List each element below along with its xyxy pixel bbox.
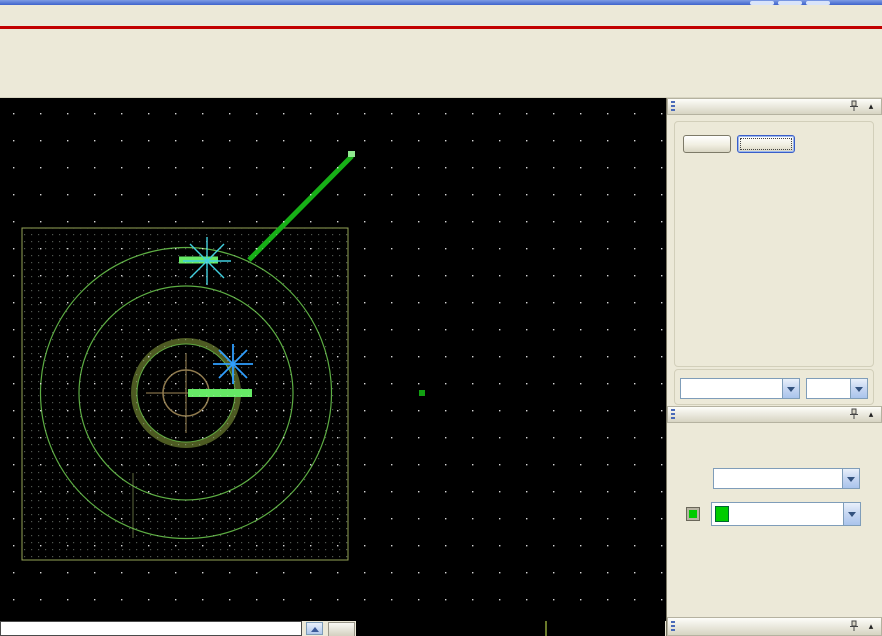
options-panel-header[interactable] <box>667 406 882 423</box>
find-by-name-select[interactable] <box>806 378 868 399</box>
chevron-down-icon[interactable] <box>843 503 860 525</box>
status-strip-divider <box>545 621 547 636</box>
design-canvas[interactable] <box>0 98 666 621</box>
chevron-down-icon[interactable] <box>842 469 859 488</box>
options-panel-body <box>667 423 882 617</box>
scroll-up-button[interactable] <box>306 622 323 635</box>
find-by-property-select[interactable] <box>680 378 800 399</box>
chevron-down-icon[interactable] <box>850 379 867 398</box>
subclass-swatch-icon <box>715 506 729 522</box>
pin-icon[interactable] <box>849 408 861 421</box>
status-strip <box>356 621 665 636</box>
chevron-down-icon[interactable] <box>782 379 799 398</box>
toolbar-row-1 <box>0 29 882 64</box>
class-value <box>714 469 842 488</box>
all-on-button[interactable] <box>683 135 731 153</box>
resize-handle[interactable] <box>328 622 355 636</box>
visibility-panel-header[interactable] <box>667 617 882 636</box>
class-select[interactable] <box>713 468 860 489</box>
pin-icon[interactable] <box>849 100 861 113</box>
command-input[interactable] <box>0 621 302 636</box>
watermark[interactable] <box>392 304 487 331</box>
allegro-window <box>0 0 882 636</box>
menu-bar <box>0 5 882 26</box>
find-panel-body <box>667 115 882 406</box>
pin-icon[interactable] <box>849 620 861 633</box>
panel-grip[interactable] <box>671 621 675 632</box>
subclass-select[interactable] <box>711 502 861 526</box>
docking-panels <box>666 98 882 636</box>
toolbar-row-2 <box>0 64 882 98</box>
panel-grip[interactable] <box>671 101 675 112</box>
all-off-button[interactable] <box>737 135 795 153</box>
snap-star-center <box>213 344 253 384</box>
find-panel-header[interactable] <box>667 98 882 115</box>
trace-endpoint[interactable] <box>348 151 355 157</box>
find-by-name-group <box>674 369 874 405</box>
name-value <box>807 379 850 398</box>
subclass-color-swatch[interactable] <box>686 507 700 521</box>
snap-star-top <box>183 237 231 285</box>
collapse-icon[interactable] <box>865 409 877 420</box>
panel-grip[interactable] <box>671 409 675 420</box>
collapse-icon[interactable] <box>865 621 877 632</box>
collapse-icon[interactable] <box>865 101 877 112</box>
find-filter-group <box>674 121 874 367</box>
property-value <box>681 379 782 398</box>
